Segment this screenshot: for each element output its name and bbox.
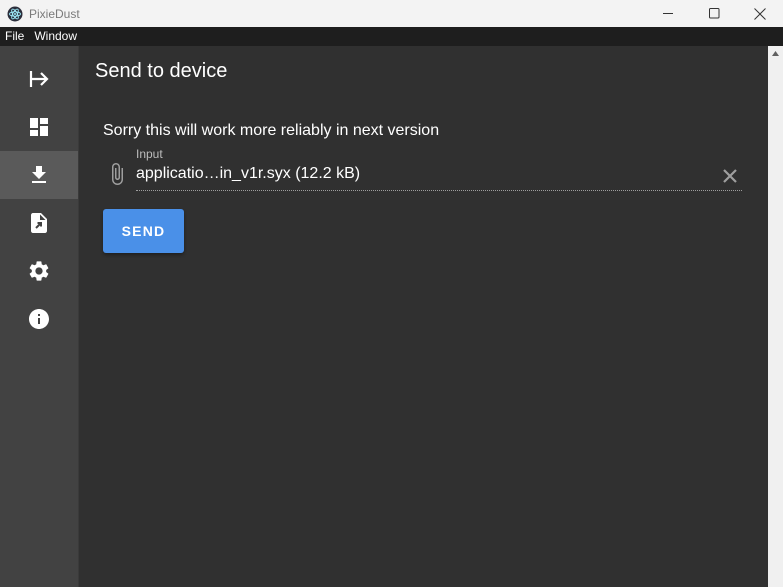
title-bar: PixieDust bbox=[0, 0, 783, 27]
page-title: Send to device bbox=[95, 60, 228, 82]
settings-gear-icon bbox=[29, 261, 49, 281]
notice-text: Sorry this will work more reliably in ne… bbox=[103, 122, 440, 139]
download-icon bbox=[32, 166, 46, 183]
close-icon bbox=[754, 7, 766, 20]
minimize-button[interactable] bbox=[645, 0, 691, 27]
sidebar-item-settings[interactable] bbox=[0, 247, 78, 295]
minimize-icon bbox=[662, 13, 673, 14]
menu-window[interactable]: Window bbox=[29, 27, 82, 46]
dashboard-icon bbox=[30, 118, 48, 136]
paperclip-icon[interactable] bbox=[105, 162, 129, 186]
scroll-up-arrow-icon[interactable] bbox=[772, 51, 779, 56]
info-icon bbox=[29, 309, 49, 329]
maximize-button[interactable] bbox=[691, 0, 737, 27]
login-arrow-icon bbox=[29, 71, 49, 87]
sidebar-item-export[interactable] bbox=[0, 199, 78, 247]
main-content: Send to device Sorry this will work more… bbox=[79, 46, 768, 587]
maximize-icon bbox=[708, 8, 719, 19]
window-title: PixieDust bbox=[29, 6, 80, 21]
app-logo-icon bbox=[7, 6, 23, 21]
sidebar-item-connect[interactable] bbox=[0, 55, 78, 103]
sidebar-item-send[interactable] bbox=[0, 151, 78, 199]
file-input-field[interactable]: applicatio…in_v1r.syx (12.2 kB) bbox=[136, 165, 360, 183]
close-button[interactable] bbox=[737, 0, 783, 27]
clear-icon bbox=[723, 169, 737, 183]
menu-file[interactable]: File bbox=[0, 27, 29, 46]
sidebar-item-dashboard[interactable] bbox=[0, 103, 78, 151]
send-button[interactable]: SEND bbox=[103, 209, 184, 253]
clear-file-button[interactable] bbox=[718, 164, 742, 188]
sidebar bbox=[0, 46, 79, 587]
sidebar-item-about[interactable] bbox=[0, 295, 78, 343]
input-field-label: Input bbox=[136, 147, 163, 161]
menu-bar: File Window bbox=[0, 27, 783, 46]
input-underline bbox=[136, 190, 742, 191]
file-export-icon bbox=[31, 213, 47, 233]
vertical-scrollbar[interactable] bbox=[768, 46, 783, 587]
